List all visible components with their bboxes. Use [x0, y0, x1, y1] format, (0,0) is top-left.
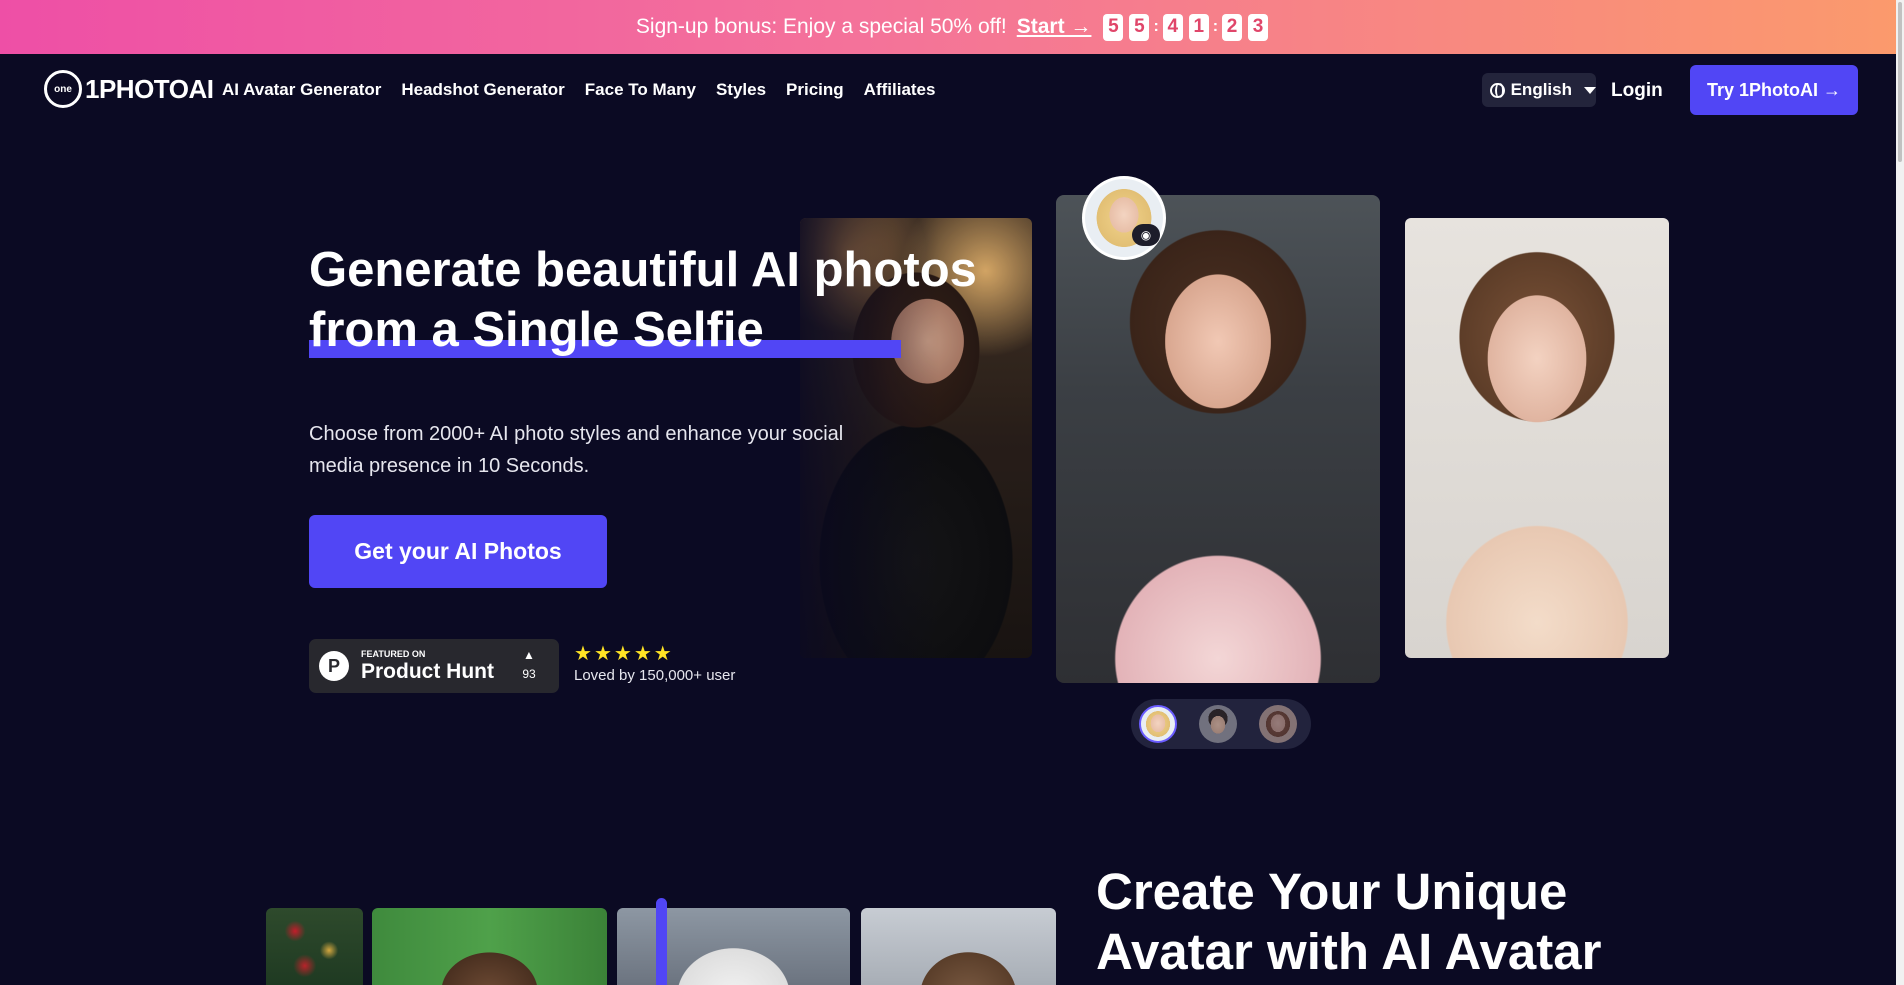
nav-link-headshot-generator[interactable]: Headshot Generator — [401, 80, 564, 100]
hero-subtitle: Choose from 2000+ AI photo styles and en… — [309, 423, 844, 477]
product-hunt-name: Product Hunt — [361, 660, 494, 683]
logo-mark: one — [44, 70, 82, 108]
countdown-digit: 4 — [1162, 13, 1183, 41]
upvote-count: 93 — [522, 667, 536, 681]
avatar-option-2[interactable] — [1199, 705, 1237, 743]
language-label: English — [1510, 80, 1572, 99]
countdown-separator: : — [1153, 18, 1159, 35]
avatar-sample-tile — [617, 908, 850, 985]
get-ai-photos-button[interactable]: Get your AI Photos — [309, 515, 607, 588]
avatar-option-1[interactable] — [1139, 705, 1177, 743]
hero-title: Generate beautiful AI photos from a Sing… — [309, 240, 1009, 360]
rating-stars: ★ ★ ★ ★ ★ — [574, 644, 672, 664]
hero-photo-right — [1405, 218, 1669, 658]
nav-link-ai-avatar-generator[interactable]: AI Avatar Generator — [222, 80, 381, 100]
nav-link-affiliates[interactable]: Affiliates — [864, 80, 936, 100]
nav-links: AI Avatar Generator Headshot Generator F… — [222, 80, 935, 100]
countdown-digit: 5 — [1103, 13, 1124, 41]
countdown-digit: 5 — [1129, 13, 1150, 41]
hero-title-line2: from a Single Selfie — [309, 303, 764, 357]
nav-link-face-to-many[interactable]: Face To Many — [585, 80, 696, 100]
caret-down-icon — [1584, 86, 1596, 94]
nav-link-styles[interactable]: Styles — [716, 80, 766, 100]
hero-photo-center — [1056, 195, 1380, 683]
star-icon: ★ — [574, 643, 592, 665]
product-hunt-logo: P — [319, 651, 349, 681]
top-nav: one 1PHOTOAI AI Avatar Generator Headsho… — [0, 54, 1904, 126]
star-icon: ★ — [653, 643, 672, 665]
camera-icon: ◉ — [1132, 224, 1160, 246]
promo-text: Sign-up bonus: Enjoy a special 50% off! — [635, 15, 1007, 38]
avatar-sample-tile — [861, 908, 1056, 985]
avatar-sample-tile — [266, 908, 363, 985]
scrollbar-thumb[interactable] — [1898, 2, 1902, 162]
upvote-arrow-icon: ▲ — [523, 648, 535, 662]
product-hunt-badge[interactable]: P FEATURED ON Product Hunt ▲ 93 — [309, 639, 559, 693]
avatar-option-3[interactable] — [1259, 705, 1297, 743]
countdown-digit: 3 — [1248, 13, 1269, 41]
selfie-avatar — [1082, 176, 1166, 260]
star-icon: ★ — [613, 643, 632, 665]
globe-icon — [1490, 82, 1505, 98]
loved-by-text: Loved by 150,000+ user — [574, 667, 736, 684]
try-button[interactable]: Try 1PhotoAI → — [1690, 65, 1858, 115]
login-link[interactable]: Login — [1611, 80, 1663, 102]
site-logo[interactable]: one 1PHOTOAI — [44, 70, 214, 108]
avatar-sample-tile — [372, 908, 607, 985]
language-selector[interactable]: English — [1482, 73, 1596, 107]
countdown-separator: : — [1212, 18, 1219, 35]
countdown-digit: 1 — [1188, 13, 1209, 41]
promo-start-link[interactable]: Start → — [1017, 15, 1092, 39]
logo-text: 1PHOTOAI — [85, 73, 214, 104]
hero-title-line1: Generate beautiful AI photos — [309, 243, 977, 297]
section-title: Create Your Unique Avatar with AI Avatar — [1096, 863, 1602, 980]
promo-banner: Sign-up bonus: Enjoy a special 50% off! … — [0, 0, 1904, 54]
nav-link-pricing[interactable]: Pricing — [786, 80, 844, 100]
avatar-switcher — [1131, 699, 1311, 749]
compare-slider-handle[interactable] — [656, 898, 667, 985]
countdown-digit: 2 — [1222, 13, 1243, 41]
star-icon: ★ — [593, 643, 612, 665]
product-hunt-featured: FEATURED ON — [361, 649, 426, 659]
star-icon: ★ — [633, 643, 652, 665]
